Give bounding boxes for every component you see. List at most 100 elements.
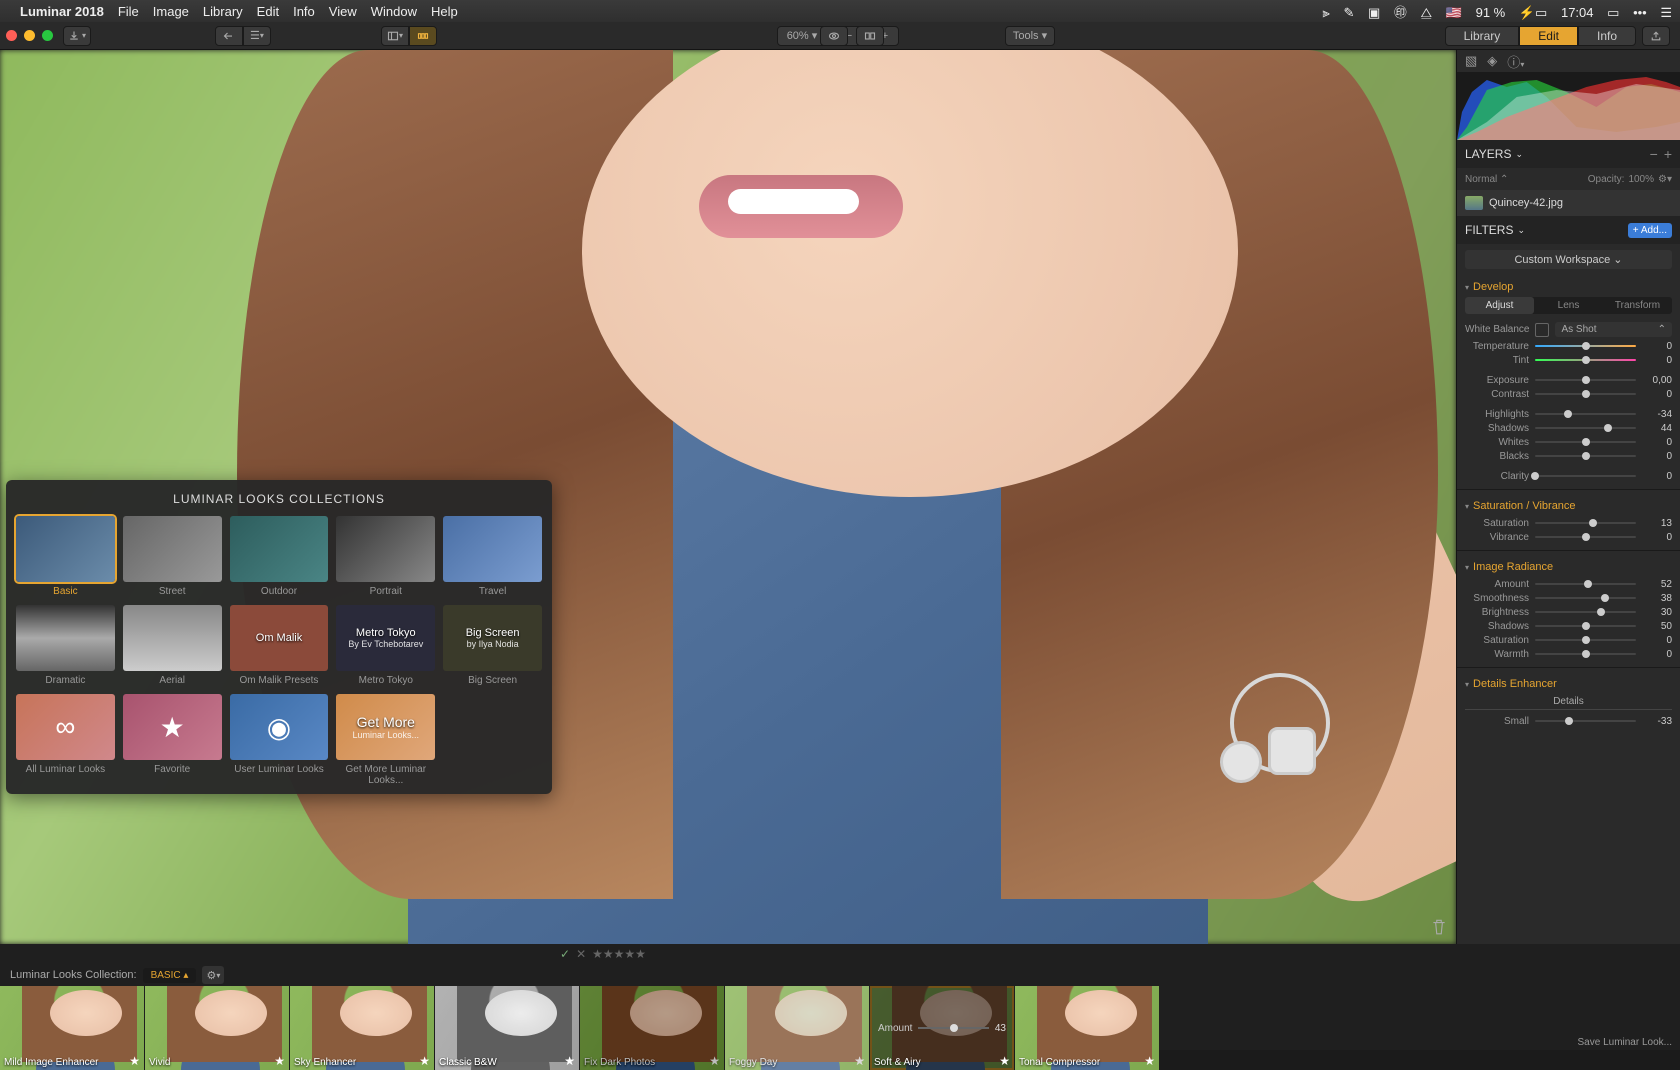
favorite-star-icon[interactable]: ★	[1144, 1054, 1155, 1068]
blend-mode[interactable]: Normal ⌃	[1465, 174, 1508, 185]
slider-amount[interactable]: Amount 52	[1465, 577, 1672, 591]
menu-info[interactable]: Info	[293, 4, 315, 19]
menu-image[interactable]: Image	[153, 4, 189, 19]
slider-saturation[interactable]: Saturation 13	[1465, 516, 1672, 530]
collection-big-screen[interactable]: Big Screenby Ilya NodiaBig Screen	[443, 605, 542, 686]
histogram-toggle-icon[interactable]: ▧	[1465, 53, 1477, 69]
collection-aerial[interactable]: Aerial	[123, 605, 222, 686]
preview-toggle-button[interactable]	[820, 26, 848, 46]
menu-window[interactable]: Window	[371, 4, 417, 19]
favorite-star-icon[interactable]: ★	[564, 1054, 575, 1068]
textinput-icon[interactable]: ㊞	[1394, 5, 1407, 20]
menu-edit[interactable]: Edit	[257, 4, 279, 19]
wb-mode[interactable]: As Shot ⌃	[1555, 322, 1672, 337]
subtab-lens[interactable]: Lens	[1534, 297, 1603, 314]
view-single-button[interactable]: ▾	[381, 26, 409, 46]
collection-basic[interactable]: Basic	[16, 516, 115, 597]
histogram[interactable]	[1457, 72, 1680, 140]
menu-help[interactable]: Help	[431, 4, 458, 19]
slider-saturation[interactable]: Saturation 0	[1465, 633, 1672, 647]
tab-info[interactable]: Info	[1578, 26, 1636, 46]
opacity-value[interactable]: 100%	[1628, 174, 1654, 185]
fullscreen-window-button[interactable]	[42, 30, 53, 41]
wb-picker-icon[interactable]	[1535, 323, 1549, 337]
filmstrip-gear-icon[interactable]: ⚙▾	[202, 966, 224, 984]
section-details[interactable]: ▾Details Enhancer	[1465, 674, 1672, 694]
subtab-adjust[interactable]: Adjust	[1465, 297, 1534, 314]
dropbox-icon[interactable]: ⫸	[1322, 5, 1329, 20]
slider-tint[interactable]: Tint 0	[1465, 353, 1672, 367]
filters-panel-header[interactable]: FILTERS⌄ + Add...	[1457, 216, 1680, 244]
slider-warmth[interactable]: Warmth 0	[1465, 647, 1672, 661]
collapse-icon[interactable]: −	[1650, 146, 1658, 162]
controlcenter-icon[interactable]: ▭	[1607, 5, 1619, 20]
compare-button[interactable]	[856, 26, 884, 46]
collection-favorite[interactable]: ★Favorite	[123, 694, 222, 786]
wifi-icon[interactable]: ⧋	[1421, 5, 1433, 20]
look-foggy-day[interactable]: Foggy Day★	[725, 986, 869, 1070]
slider-exposure[interactable]: Exposure 0,00	[1465, 373, 1672, 387]
slider-vibrance[interactable]: Vibrance 0	[1465, 530, 1672, 544]
slider-clarity[interactable]: Clarity 0	[1465, 469, 1672, 483]
collection-outdoor[interactable]: Outdoor	[230, 516, 329, 597]
layers-panel-header[interactable]: LAYERS⌄ − +	[1457, 140, 1680, 168]
collection-om-malik[interactable]: Om MalikOm Malik Presets	[230, 605, 329, 686]
image-canvas[interactable]: LUMINAR LOOKS COLLECTIONS Basic Street O…	[0, 50, 1456, 944]
collection-get-more[interactable]: Get MoreLuminar Looks...Get More Luminar…	[336, 694, 435, 786]
look-mild-image-enhancer[interactable]: Mild Image Enhancer★	[0, 986, 144, 1070]
section-saturation[interactable]: ▾Saturation / Vibrance	[1465, 496, 1672, 516]
app-name[interactable]: Luminar 2018	[20, 4, 104, 19]
slider-smoothness[interactable]: Smoothness 38	[1465, 591, 1672, 605]
collection-street[interactable]: Street	[123, 516, 222, 597]
import-button[interactable]: ▾	[63, 26, 91, 46]
section-develop[interactable]: ▾Develop	[1465, 277, 1672, 297]
slider-contrast[interactable]: Contrast 0	[1465, 387, 1672, 401]
favorite-star-icon[interactable]: ★	[419, 1054, 430, 1068]
info-icon[interactable]: ⓘ▾	[1507, 52, 1524, 71]
more-icon[interactable]: •••	[1633, 5, 1647, 20]
reject-icon[interactable]: ✕	[576, 947, 586, 961]
slider-whites[interactable]: Whites 0	[1465, 435, 1672, 449]
collection-user[interactable]: ◉User Luminar Looks	[230, 694, 329, 786]
flag-us-icon[interactable]: 🇺🇸	[1446, 5, 1462, 20]
slider-shadows[interactable]: Shadows 44	[1465, 421, 1672, 435]
slider-small[interactable]: Small -33	[1465, 714, 1672, 728]
slider-shadows[interactable]: Shadows 50	[1465, 619, 1672, 633]
collection-chip[interactable]: BASIC ▴	[143, 968, 197, 983]
layer-gear-icon[interactable]: ⚙▾	[1658, 174, 1672, 185]
collection-portrait[interactable]: Portrait	[336, 516, 435, 597]
menu-file[interactable]: File	[118, 4, 139, 19]
minimize-window-button[interactable]	[24, 30, 35, 41]
menu-view[interactable]: View	[329, 4, 357, 19]
look-sky-enhancer[interactable]: Sky Enhancer★	[290, 986, 434, 1070]
look-fix-dark-photos[interactable]: Fix Dark Photos★	[580, 986, 724, 1070]
tools-menu[interactable]: Tools ▾	[1005, 26, 1055, 46]
history-button[interactable]: ☰▾	[243, 26, 271, 46]
look-vivid[interactable]: Vivid★	[145, 986, 289, 1070]
save-look-button[interactable]: Save Luminar Look...	[1578, 1037, 1673, 1048]
view-filmstrip-button[interactable]	[409, 26, 437, 46]
collection-all[interactable]: ∞All Luminar Looks	[16, 694, 115, 786]
subtab-transform[interactable]: Transform	[1603, 297, 1672, 314]
undo-button[interactable]	[215, 26, 243, 46]
favorite-star-icon[interactable]: ★	[999, 1054, 1010, 1068]
calendar-icon[interactable]: ▣	[1368, 5, 1380, 20]
favorite-star-icon[interactable]: ★	[854, 1054, 865, 1068]
close-window-button[interactable]	[6, 30, 17, 41]
slider-blacks[interactable]: Blacks 0	[1465, 449, 1672, 463]
tab-edit[interactable]: Edit	[1519, 26, 1578, 46]
section-radiance[interactable]: ▾Image Radiance	[1465, 557, 1672, 577]
checkmark-icon[interactable]: ✓	[560, 947, 570, 961]
layer-row[interactable]: Quincey-42.jpg	[1457, 190, 1680, 216]
slider-brightness[interactable]: Brightness 30	[1465, 605, 1672, 619]
discard-icon[interactable]	[1430, 918, 1448, 936]
look-classic-b-w[interactable]: Classic B&W★	[435, 986, 579, 1070]
menu-library[interactable]: Library	[203, 4, 243, 19]
collection-metro-tokyo[interactable]: Metro TokyoBy Ev TchebotarevMetro Tokyo	[336, 605, 435, 686]
collection-travel[interactable]: Travel	[443, 516, 542, 597]
notifications-icon[interactable]: ☰	[1660, 5, 1672, 20]
layers-icon[interactable]: ◈	[1487, 53, 1497, 69]
slider-temperature[interactable]: Temperature 0	[1465, 339, 1672, 353]
evernote-icon[interactable]: ✎	[1343, 5, 1354, 20]
collection-dramatic[interactable]: Dramatic	[16, 605, 115, 686]
